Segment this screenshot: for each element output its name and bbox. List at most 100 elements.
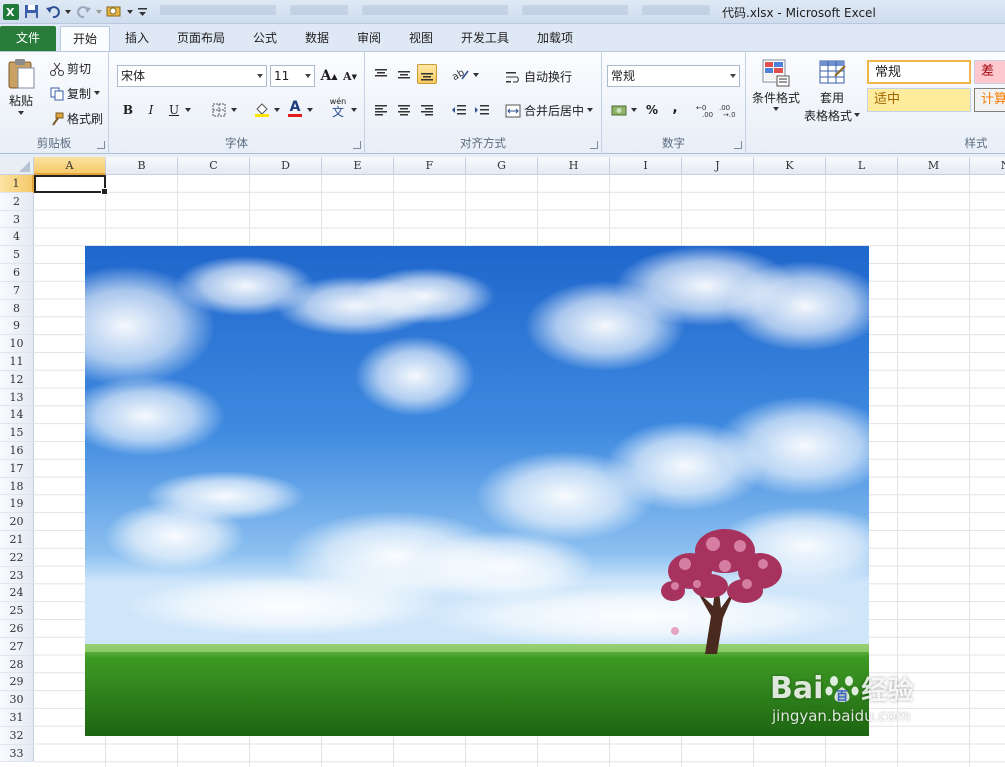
orientation-dropdown-icon[interactable] bbox=[473, 73, 479, 78]
row-header-13[interactable]: 13 bbox=[0, 388, 34, 407]
wrap-text-button[interactable]: 自动换行 bbox=[505, 68, 572, 85]
row-header-16[interactable]: 16 bbox=[0, 441, 34, 460]
increase-indent-button[interactable] bbox=[472, 100, 492, 120]
accounting-dropdown-icon[interactable] bbox=[631, 108, 637, 113]
active-cell-A1[interactable] bbox=[34, 175, 108, 195]
format-as-table-button[interactable]: 套用 表格格式 bbox=[804, 58, 861, 124]
row-header-18[interactable]: 18 bbox=[0, 477, 34, 496]
row-header-20[interactable]: 20 bbox=[0, 513, 34, 531]
row-header-31[interactable]: 31 bbox=[0, 708, 34, 727]
row-header-4[interactable]: 4 bbox=[0, 228, 34, 247]
undo-dropdown-icon[interactable] bbox=[65, 3, 71, 20]
tab-page-layout[interactable]: 页面布局 bbox=[168, 28, 234, 51]
copy-button[interactable]: 复制 bbox=[50, 85, 101, 102]
row-header-24[interactable]: 24 bbox=[0, 584, 34, 603]
orientation-button[interactable]: ab bbox=[451, 64, 471, 84]
column-header-N[interactable]: N bbox=[970, 157, 1005, 175]
tab-home[interactable]: 开始 bbox=[60, 26, 110, 52]
fill-color-button[interactable] bbox=[252, 100, 272, 120]
align-left-button[interactable] bbox=[371, 100, 391, 120]
row-header-21[interactable]: 21 bbox=[0, 530, 34, 549]
align-center-button[interactable] bbox=[394, 100, 414, 120]
row-header-5[interactable]: 5 bbox=[0, 246, 34, 264]
shrink-font-button[interactable]: A ▼ bbox=[340, 66, 360, 86]
align-bottom-button[interactable] bbox=[417, 64, 437, 84]
number-launcher-icon[interactable] bbox=[734, 141, 742, 149]
column-header-E[interactable]: E bbox=[322, 157, 394, 175]
column-header-F[interactable]: F bbox=[394, 157, 466, 175]
format-painter-button[interactable]: 格式刷 bbox=[50, 110, 103, 127]
style-neutral[interactable]: 适中 bbox=[867, 88, 971, 112]
bold-button[interactable]: B bbox=[118, 100, 138, 120]
row-header-23[interactable]: 23 bbox=[0, 566, 34, 585]
row-header-25[interactable]: 25 bbox=[0, 602, 34, 620]
row-header-30[interactable]: 30 bbox=[0, 691, 34, 709]
tab-developer[interactable]: 开发工具 bbox=[452, 28, 518, 51]
column-header-I[interactable]: I bbox=[610, 157, 682, 175]
save-icon[interactable] bbox=[23, 3, 40, 20]
row-header-10[interactable]: 10 bbox=[0, 335, 34, 353]
align-right-button[interactable] bbox=[417, 100, 437, 120]
phonetic-button[interactable]: wén 文 bbox=[328, 97, 348, 118]
borders-button[interactable] bbox=[209, 100, 229, 120]
increase-decimal-button[interactable]: ←0.00 bbox=[696, 100, 718, 120]
tab-review[interactable]: 审阅 bbox=[348, 28, 390, 51]
redo-dropdown-icon[interactable] bbox=[96, 3, 102, 20]
row-header-22[interactable]: 22 bbox=[0, 548, 34, 567]
tab-addins[interactable]: 加载项 bbox=[528, 28, 582, 51]
redo-icon[interactable] bbox=[75, 3, 92, 20]
style-bad[interactable]: 差 bbox=[974, 60, 1005, 84]
comma-button[interactable]: , bbox=[665, 98, 685, 118]
row-header-32[interactable]: 32 bbox=[0, 726, 34, 745]
column-header-L[interactable]: L bbox=[826, 157, 898, 175]
row-header-6[interactable]: 6 bbox=[0, 263, 34, 282]
row-header-26[interactable]: 26 bbox=[0, 619, 34, 638]
tab-file[interactable]: 文件 bbox=[0, 26, 56, 51]
number-format-combo[interactable]: 常规 bbox=[607, 65, 740, 87]
percent-button[interactable]: % bbox=[642, 100, 662, 120]
phonetic-dropdown-icon[interactable] bbox=[351, 108, 357, 113]
column-header-D[interactable]: D bbox=[250, 157, 322, 175]
column-header-A[interactable]: A bbox=[34, 157, 106, 175]
decrease-indent-button[interactable] bbox=[449, 100, 469, 120]
row-header-28[interactable]: 28 bbox=[0, 655, 34, 674]
row-header-7[interactable]: 7 bbox=[0, 281, 34, 300]
decrease-decimal-button[interactable]: .00 →.0 bbox=[719, 100, 741, 120]
customize-qat-icon[interactable] bbox=[137, 3, 147, 20]
column-header-K[interactable]: K bbox=[754, 157, 826, 175]
underline-dropdown-icon[interactable] bbox=[185, 108, 191, 113]
conditional-format-button[interactable]: 条件格式 bbox=[752, 58, 800, 112]
paste-button[interactable]: 粘贴 bbox=[6, 58, 36, 116]
row-header-2[interactable]: 2 bbox=[0, 192, 34, 211]
custom-tool-icon[interactable] bbox=[106, 3, 123, 20]
style-normal[interactable]: 常规 bbox=[867, 60, 971, 84]
row-header-1[interactable]: 1 bbox=[0, 175, 34, 193]
column-header-J[interactable]: J bbox=[682, 157, 754, 175]
row-header-14[interactable]: 14 bbox=[0, 406, 34, 425]
grow-font-button[interactable]: A ▲ bbox=[319, 66, 339, 86]
clipboard-launcher-icon[interactable] bbox=[97, 141, 105, 149]
cut-button[interactable]: 剪切 bbox=[50, 60, 91, 77]
row-header-19[interactable]: 19 bbox=[0, 495, 34, 514]
column-header-H[interactable]: H bbox=[538, 157, 610, 175]
row-header-11[interactable]: 11 bbox=[0, 352, 34, 371]
font-color-dropdown-icon[interactable] bbox=[307, 108, 313, 113]
align-top-button[interactable] bbox=[371, 64, 391, 84]
row-header-12[interactable]: 12 bbox=[0, 370, 34, 389]
fill-color-dropdown-icon[interactable] bbox=[274, 108, 280, 113]
column-header-M[interactable]: M bbox=[898, 157, 970, 175]
font-color-button[interactable]: A bbox=[285, 98, 305, 118]
tab-view[interactable]: 视图 bbox=[400, 28, 442, 51]
embedded-landscape-picture[interactable] bbox=[85, 246, 869, 736]
tab-data[interactable]: 数据 bbox=[296, 28, 338, 51]
font-name-combo[interactable]: 宋体 bbox=[117, 65, 267, 87]
underline-button[interactable]: U bbox=[164, 100, 184, 120]
row-header-33[interactable]: 33 bbox=[0, 744, 34, 763]
column-header-G[interactable]: G bbox=[466, 157, 538, 175]
align-middle-button[interactable] bbox=[394, 64, 414, 84]
row-header-17[interactable]: 17 bbox=[0, 459, 34, 478]
row-header-15[interactable]: 15 bbox=[0, 424, 34, 442]
font-size-combo[interactable]: 11 bbox=[270, 65, 315, 87]
row-header-8[interactable]: 8 bbox=[0, 299, 34, 318]
column-header-C[interactable]: C bbox=[178, 157, 250, 175]
